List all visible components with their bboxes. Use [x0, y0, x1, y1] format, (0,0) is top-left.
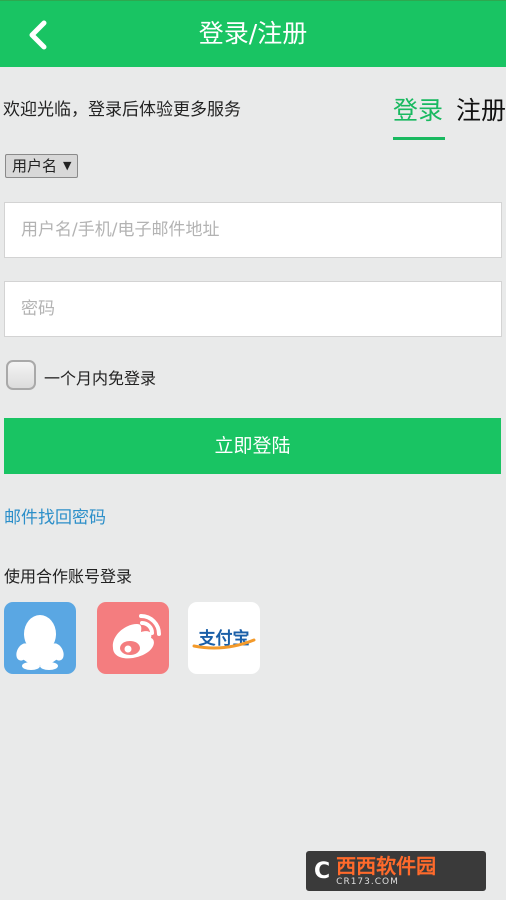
welcome-text: 欢迎光临，登录后体验更多服务	[3, 100, 241, 120]
top-bar: 登录/注册	[0, 0, 506, 67]
account-type-select[interactable]: 用户名 ▼	[5, 154, 79, 178]
alipay-icon: 支付宝	[192, 628, 256, 650]
account-type-value: 用户名	[12, 157, 58, 175]
weibo-login-button[interactable]	[97, 602, 169, 674]
partner-login-title: 使用合作账号登录	[4, 567, 133, 586]
watermark-mark-icon: C	[314, 858, 331, 884]
qq-login-button[interactable]	[4, 602, 76, 674]
login-button[interactable]: 立即登陆	[4, 418, 501, 474]
svg-text:支付宝: 支付宝	[199, 628, 250, 649]
dropdown-caret-icon: ▼	[63, 159, 72, 172]
remember-checkbox[interactable]	[6, 360, 36, 390]
page-title: 登录/注册	[198, 19, 308, 48]
qq-penguin-icon	[16, 615, 64, 670]
tab-active-indicator	[393, 137, 445, 140]
remember-label: 一个月内免登录	[44, 369, 157, 388]
watermark-logo: C 西西软件园 CR173.COM	[306, 851, 486, 891]
watermark-main-text: 西西软件园	[336, 854, 437, 878]
tab-register[interactable]: 注册	[456, 91, 506, 127]
watermark-sub-text: CR173.COM	[336, 877, 399, 887]
password-input[interactable]: 密码	[4, 281, 502, 337]
weibo-icon	[112, 614, 161, 659]
recover-password-link[interactable]: 邮件找回密码	[4, 503, 106, 528]
username-input[interactable]: 用户名/手机/电子邮件地址	[4, 202, 502, 258]
alipay-login-button[interactable]: 支付宝	[188, 602, 260, 674]
tab-login[interactable]: 登录	[393, 91, 443, 127]
